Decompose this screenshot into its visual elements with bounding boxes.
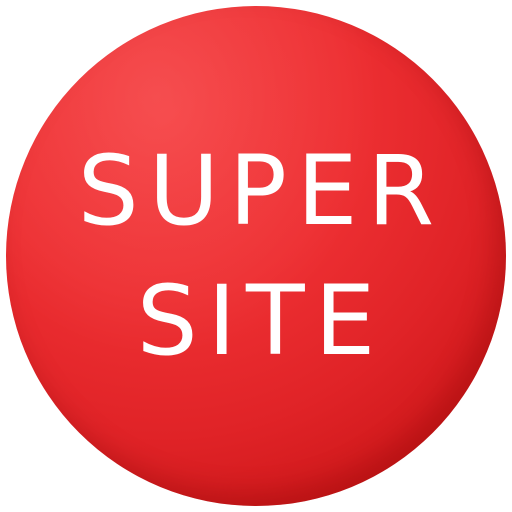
logo-canvas: SUPER SITE	[0, 0, 512, 512]
red-circle-badge	[6, 6, 506, 506]
badge-highlight	[6, 6, 506, 506]
logo-text-line-2: SITE	[136, 265, 386, 377]
logo-text-line-1: SUPER	[77, 135, 445, 247]
